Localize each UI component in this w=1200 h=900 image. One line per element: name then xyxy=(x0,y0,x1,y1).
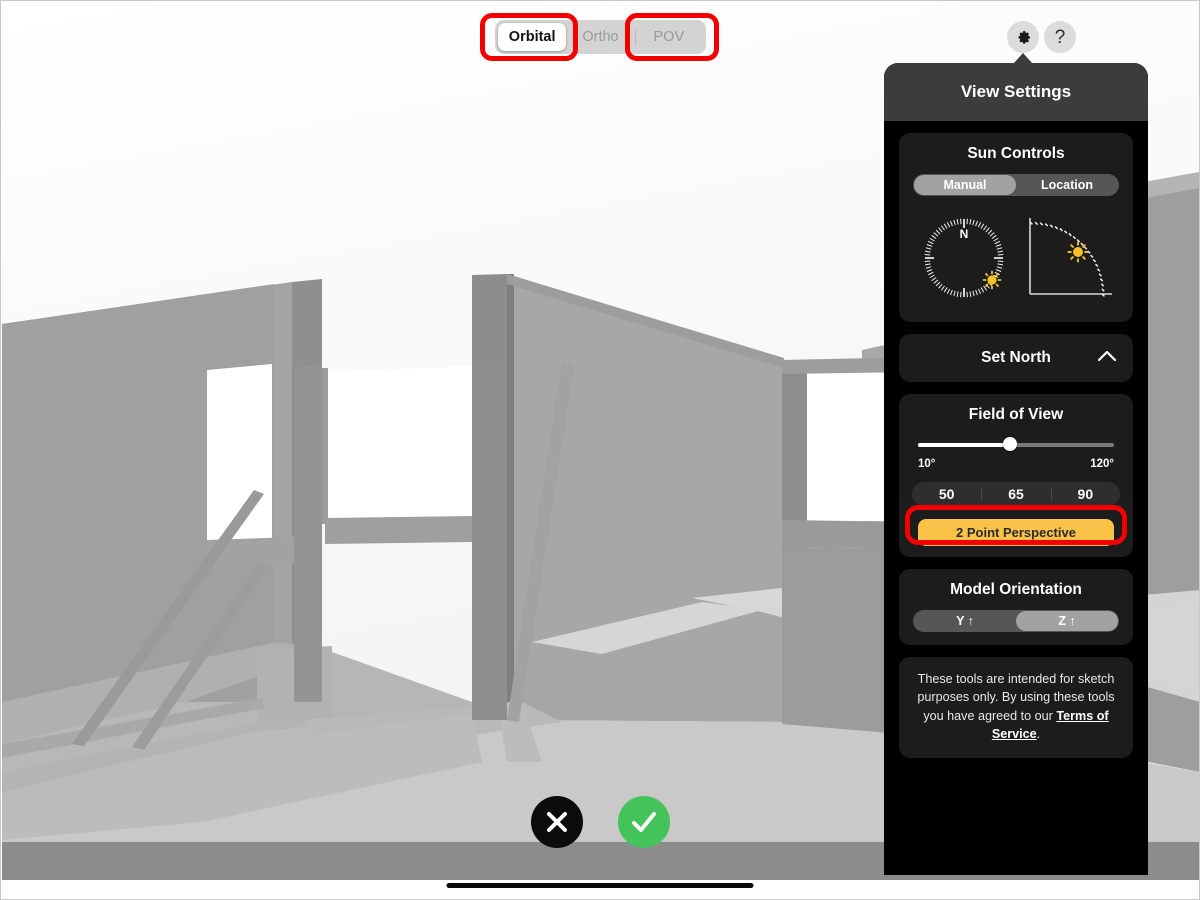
fov-preset-90[interactable]: 90 xyxy=(1050,482,1120,506)
chevron-up-icon[interactable] xyxy=(1097,349,1117,367)
page-title: View Settings xyxy=(960,82,1072,101)
sun-controls-title: Sun Controls xyxy=(967,145,1065,162)
camera-mode-switcher[interactable]: Orbital Ortho POV xyxy=(495,20,706,54)
fov-preset-50[interactable]: 50 xyxy=(912,482,981,506)
help-button[interactable]: ? xyxy=(1044,21,1076,53)
field-of-view-title: Field of View xyxy=(968,406,1064,423)
help-icon: ? xyxy=(1054,26,1066,48)
sun-elevation-dial[interactable] xyxy=(1016,208,1120,308)
camera-mode-orbital[interactable]: Orbital xyxy=(498,23,567,51)
sun-azimuth-compass[interactable]: N xyxy=(912,208,1016,308)
fov-min-label: 10° xyxy=(918,458,936,470)
sun-marker-icon[interactable] xyxy=(1067,241,1089,263)
fov-range-labels: 10° 120° xyxy=(918,458,1114,470)
panel-caret-icon xyxy=(1013,53,1033,64)
set-north-label: Set North xyxy=(981,349,1051,366)
fov-slider-thumb[interactable] xyxy=(1003,437,1018,451)
app-screen: Orbital Ortho POV ? View Settings Sun Co… xyxy=(0,0,1200,900)
compass-dial: N xyxy=(924,218,1004,298)
fov-slider[interactable] xyxy=(918,437,1114,452)
sun-mode-location[interactable]: Location xyxy=(1016,175,1118,195)
checkmark-icon xyxy=(632,812,656,832)
two-point-perspective-button[interactable]: 2 Point Perspective xyxy=(918,519,1114,546)
fov-preset-65[interactable]: 65 xyxy=(981,482,1050,506)
fov-preset-switcher[interactable]: 50 65 90 xyxy=(912,482,1120,506)
accept-button[interactable] xyxy=(618,796,670,848)
camera-mode-ortho[interactable]: Ortho xyxy=(566,23,634,51)
close-icon xyxy=(547,812,567,832)
fov-slider-fill xyxy=(918,443,1011,447)
disclaimer-period: . xyxy=(1036,726,1041,741)
home-indicator xyxy=(446,883,754,888)
disclaimer-text: These tools are intended for sketch purp… xyxy=(899,657,1133,758)
model-orientation-switcher[interactable]: Y ↑ Z ↑ xyxy=(913,610,1119,632)
view-settings-gear-button[interactable] xyxy=(1007,21,1039,53)
sun-marker-icon[interactable] xyxy=(982,270,1002,290)
orientation-z-up[interactable]: Z ↑ xyxy=(1016,611,1118,631)
cancel-button[interactable] xyxy=(531,796,583,848)
sun-mode-manual[interactable]: Manual xyxy=(914,175,1016,195)
gear-icon xyxy=(1018,30,1030,44)
orientation-y-up[interactable]: Y ↑ xyxy=(914,611,1016,631)
model-orientation-title: Model Orientation xyxy=(950,581,1082,598)
fov-max-label: 120° xyxy=(1090,458,1114,470)
set-north-row[interactable]: Set North xyxy=(899,334,1133,382)
sun-mode-switcher[interactable]: Manual Location xyxy=(913,174,1119,196)
panel-header: View Settings xyxy=(884,63,1148,121)
camera-mode-pov[interactable]: POV xyxy=(634,23,703,51)
field-of-view-card: Field of View 10° 120° 50 65 90 2 Point … xyxy=(899,394,1133,557)
model-orientation-card: Model Orientation Y ↑ Z ↑ xyxy=(899,569,1133,645)
sun-dials: N xyxy=(908,208,1124,308)
two-point-perspective-label: 2 Point Perspective xyxy=(956,525,1076,540)
view-settings-panel: View Settings Sun Controls Manual Locati… xyxy=(884,63,1148,875)
sun-controls-card: Sun Controls Manual Location N xyxy=(899,133,1133,322)
compass-north-label: N xyxy=(960,227,969,241)
elevation-dial xyxy=(1029,218,1112,297)
